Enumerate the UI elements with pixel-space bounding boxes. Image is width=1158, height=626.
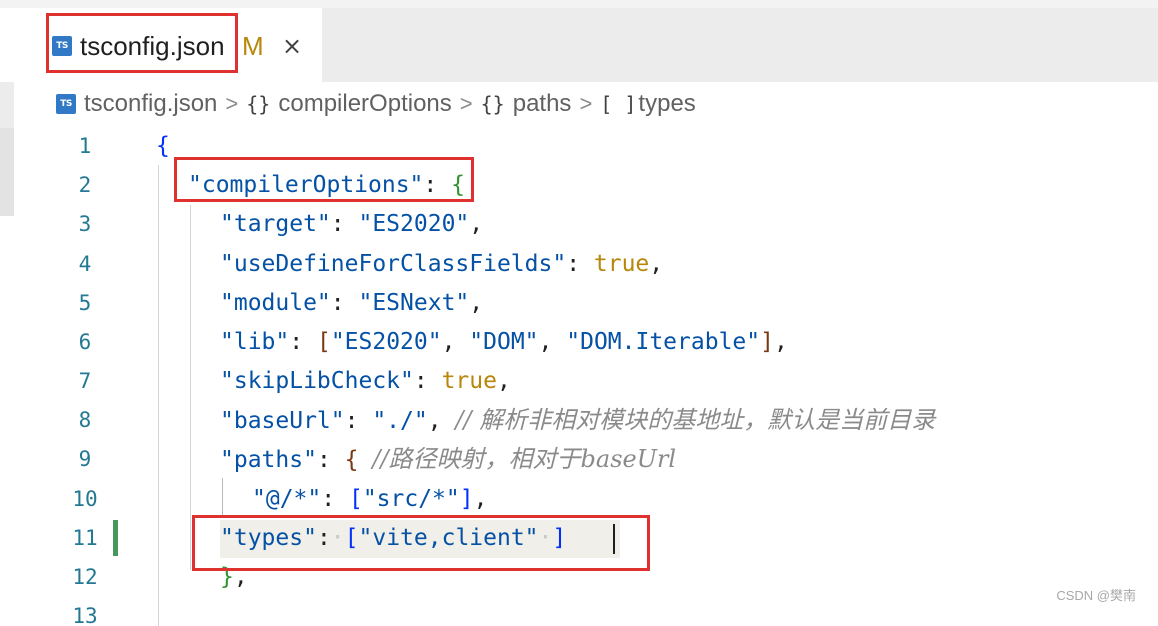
- json-key: "skipLibCheck": [220, 368, 414, 394]
- json-key: "useDefineForClassFields": [220, 251, 567, 277]
- json-boolean: true: [441, 368, 497, 394]
- tab-close-icon[interactable]: ×: [282, 28, 302, 64]
- left-panel-edge-lower: [0, 128, 14, 216]
- code-line-6[interactable]: "lib": ["ES2020", "DOM", "DOM.Iterable"]…: [220, 323, 788, 362]
- compileroptions-highlight-box: [174, 157, 474, 202]
- indent-guide: [222, 478, 223, 518]
- code-line-3[interactable]: "target": "ES2020",: [220, 205, 483, 244]
- types-highlight-box: [192, 515, 650, 571]
- json-string: "DOM.Iterable": [566, 329, 761, 355]
- line-number: 1: [78, 134, 92, 158]
- json-key: "baseUrl": [220, 408, 345, 434]
- line-number: 12: [72, 565, 98, 589]
- code-line-10[interactable]: "@/*": ["src/*"],: [252, 480, 487, 519]
- line-number: 2: [78, 173, 92, 197]
- breadcrumb-separator: >: [225, 91, 239, 116]
- array-symbol-icon: [ ]: [600, 92, 637, 116]
- json-string: "./": [372, 408, 428, 434]
- tab-highlight-box: [46, 13, 238, 73]
- watermark: CSDN @樊南: [1056, 588, 1136, 603]
- breadcrumb-separator: >: [459, 91, 473, 116]
- code-line-5[interactable]: "module": "ESNext",: [220, 284, 483, 323]
- line-number: 10: [72, 487, 98, 511]
- code-line-4[interactable]: "useDefineForClassFields": true,: [220, 245, 663, 284]
- window-top-strip: [0, 0, 1158, 8]
- breadcrumb: TS tsconfig.json > {} compilerOptions > …: [56, 84, 696, 124]
- json-key: "module": [220, 290, 331, 316]
- breadcrumb-item-types[interactable]: types: [638, 90, 695, 118]
- breadcrumb-separator: >: [579, 91, 593, 116]
- git-modified-gutter-mark: [113, 520, 118, 556]
- json-string: "src/*": [362, 486, 460, 512]
- json-string: "DOM": [469, 329, 539, 355]
- indent-guide: [190, 205, 191, 570]
- json-string: "ES2020": [330, 329, 442, 355]
- line-number: 4: [78, 252, 92, 276]
- object-symbol-icon: {}: [480, 92, 505, 116]
- json-key: "@/*": [252, 486, 322, 512]
- breadcrumb-typescript-icon: TS: [56, 94, 76, 114]
- code-line-8[interactable]: "baseUrl": "./", // 解析非相对模块的基地址，默认是当前目录: [220, 401, 935, 441]
- json-key: "target": [220, 211, 331, 237]
- json-key: "paths": [220, 447, 317, 473]
- code-line-1[interactable]: {: [156, 127, 170, 166]
- indent-guide: [158, 165, 159, 626]
- tab-modified-indicator: M: [242, 31, 264, 61]
- line-number: 5: [78, 291, 92, 315]
- json-boolean: true: [593, 251, 650, 277]
- json-string: "ES2020": [358, 211, 470, 237]
- json-key: "lib": [220, 329, 290, 355]
- breadcrumb-item-paths[interactable]: paths: [513, 90, 572, 118]
- line-number: 9: [78, 447, 92, 471]
- breadcrumb-file[interactable]: tsconfig.json: [84, 90, 217, 118]
- left-panel-edge: [0, 82, 14, 128]
- code-line-9[interactable]: "paths": { //路径映射，相对于baseUrl: [220, 440, 676, 480]
- line-number: 13: [72, 604, 98, 626]
- line-number: 6: [78, 330, 92, 354]
- breadcrumb-item-compileroptions[interactable]: compilerOptions: [278, 90, 451, 118]
- line-number: 8: [78, 408, 92, 432]
- json-string: "ESNext": [358, 290, 470, 316]
- code-comment: // 解析非相对模块的基地址，默认是当前目录: [455, 406, 936, 434]
- object-symbol-icon: {}: [246, 92, 271, 116]
- line-number: 3: [78, 212, 92, 236]
- code-line-7[interactable]: "skipLibCheck": true,: [220, 362, 511, 401]
- code-comment: //路径映射，相对于baseUrl: [372, 445, 677, 473]
- line-number: 7: [78, 369, 92, 393]
- line-number: 11: [72, 526, 98, 550]
